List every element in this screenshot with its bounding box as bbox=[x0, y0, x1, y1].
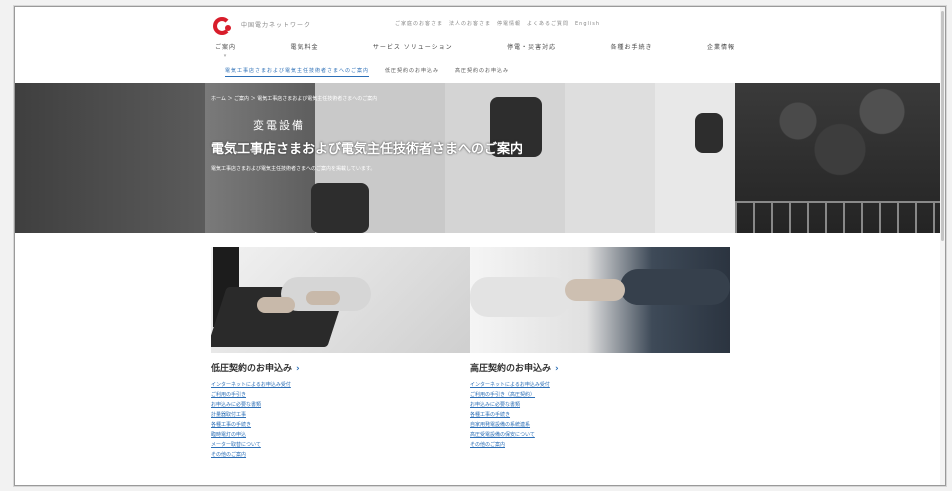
high-voltage-card: 高圧契約のお申込み › インターネットによるお申込み受付 ご利用の手引き（高圧契約… bbox=[470, 247, 730, 450]
list-item[interactable]: メーター取替について bbox=[211, 440, 471, 450]
hero-photo-panel bbox=[205, 83, 315, 233]
sleeve bbox=[620, 269, 730, 305]
sub-nav: 電気工事店さまおよび電気主任技術者さまへのご案内 低圧契約のお申込み 高圧契約の… bbox=[225, 67, 509, 77]
list-item[interactable]: 自家用発電設備の系統連系 bbox=[470, 420, 730, 430]
company-logo[interactable] bbox=[213, 17, 235, 39]
nav-item-services[interactable]: サービス ソリューション bbox=[373, 42, 453, 62]
card-title: 高圧契約のお申込み bbox=[470, 364, 552, 374]
nav-item-rates[interactable]: 電気料金 bbox=[290, 42, 318, 62]
list-item[interactable]: インターネットによるお申込み受付 bbox=[470, 380, 730, 390]
list-item[interactable]: 計量器取付工事 bbox=[211, 410, 471, 420]
nav-label: 各種お手続き bbox=[610, 44, 653, 51]
breadcrumb[interactable]: ホーム ＞ ご案内 ＞ 電気工事店さまおよび電気主任技術者さまへのご案内 bbox=[211, 95, 377, 102]
subnav-tab-low-voltage[interactable]: 低圧契約のお申込み bbox=[385, 67, 439, 77]
list-item[interactable]: 各種工事の手続き bbox=[470, 410, 730, 420]
chevron-right-icon: › bbox=[296, 364, 300, 374]
nav-label: 電気料金 bbox=[290, 44, 319, 51]
nav-item-outage[interactable]: 停電・災害対応 bbox=[507, 42, 556, 62]
utility-links[interactable]: ご家庭のお客さま 法人のお客さま 停電情報 よくあるご質問 English bbox=[395, 20, 600, 27]
hand bbox=[257, 297, 295, 313]
vertical-scrollbar[interactable] bbox=[940, 7, 945, 485]
nav-label: ご案内 bbox=[215, 44, 237, 51]
list-item[interactable]: 高圧受電設備の保安について bbox=[470, 430, 730, 440]
hero-photo-panel bbox=[655, 83, 735, 233]
handshake-photo bbox=[470, 247, 730, 353]
card-heading-link[interactable]: 低圧契約のお申込み › bbox=[211, 361, 471, 374]
scrollbar-thumb[interactable] bbox=[941, 11, 944, 241]
low-voltage-card: 低圧契約のお申込み › インターネットによるお申込み受付 ご利用の手引き お申込み… bbox=[211, 247, 471, 460]
chevron-right-icon: › bbox=[555, 364, 559, 374]
list-item[interactable]: お申込みに必要な書類 bbox=[470, 400, 730, 410]
nav-item-procedures[interactable]: 各種お手続き bbox=[611, 42, 653, 62]
global-nav: ご案内 ▾ 電気料金 サービス ソリューション 停電・災害対応 各種お手続き 企業… bbox=[215, 42, 735, 62]
hero-photo-panel bbox=[15, 83, 205, 233]
hand bbox=[306, 291, 340, 305]
chevron-down-icon: ▾ bbox=[223, 53, 228, 59]
sleeve bbox=[470, 277, 570, 317]
hero-vent bbox=[311, 183, 369, 233]
page-title: 電気工事店さまおよび電気主任技術者さまへのご案内 bbox=[211, 142, 524, 157]
hero-banner bbox=[15, 83, 945, 233]
list-item[interactable]: その他のご案内 bbox=[211, 450, 471, 460]
subnav-tab-high-voltage[interactable]: 高圧契約のお申込み bbox=[455, 67, 509, 77]
subnav-active-tab[interactable]: 電気工事店さまおよび電気主任技術者さまへのご案内 bbox=[225, 67, 370, 77]
substation-sign: 変電設備 bbox=[253, 119, 305, 132]
site-header: 中国電力ネットワーク ご家庭のお客さま 法人のお客さま 停電情報 よくあるご質問… bbox=[15, 7, 945, 83]
laptop-photo bbox=[211, 247, 471, 353]
nav-item-company[interactable]: 企業情報 bbox=[707, 42, 735, 62]
list-item[interactable]: お申込みに必要な書類 bbox=[211, 400, 471, 410]
brand-name[interactable]: 中国電力ネットワーク bbox=[241, 20, 311, 29]
nav-label: 停電・災害対応 bbox=[507, 44, 557, 51]
link-list: インターネットによるお申込み受付 ご利用の手引き（高圧契約） お申込みに必要な書… bbox=[470, 380, 730, 450]
list-item[interactable]: ご利用の手引き（高圧契約） bbox=[470, 390, 730, 400]
hero-photo-panel bbox=[565, 83, 655, 233]
list-item[interactable]: ご利用の手引き bbox=[211, 390, 471, 400]
hero-trees bbox=[735, 83, 945, 178]
hero-vent bbox=[695, 113, 723, 153]
handshake bbox=[565, 279, 625, 301]
list-item[interactable]: その他のご案内 bbox=[470, 440, 730, 450]
nav-label: サービス ソリューション bbox=[372, 44, 453, 51]
list-item[interactable]: 臨時電灯の申込 bbox=[211, 430, 471, 440]
nav-label: 企業情報 bbox=[706, 44, 735, 51]
list-item[interactable]: 各種工事の手続き bbox=[211, 420, 471, 430]
page-subtitle: 電気工事店さまおよび電気主任技術者さまへのご案内を掲載しています。 bbox=[211, 166, 376, 172]
link-list: インターネットによるお申込み受付 ご利用の手引き お申込みに必要な書類 計量器取… bbox=[211, 380, 471, 460]
nav-item-guide[interactable]: ご案内 ▾ bbox=[215, 42, 236, 62]
hero-fence bbox=[735, 201, 945, 233]
card-heading-link[interactable]: 高圧契約のお申込み › bbox=[470, 361, 730, 374]
browser-page: 中国電力ネットワーク ご家庭のお客さま 法人のお客さま 停電情報 よくあるご質問… bbox=[14, 6, 946, 486]
list-item[interactable]: インターネットによるお申込み受付 bbox=[211, 380, 471, 390]
card-title: 低圧契約のお申込み bbox=[211, 364, 293, 374]
logo-dot-icon bbox=[225, 25, 231, 31]
